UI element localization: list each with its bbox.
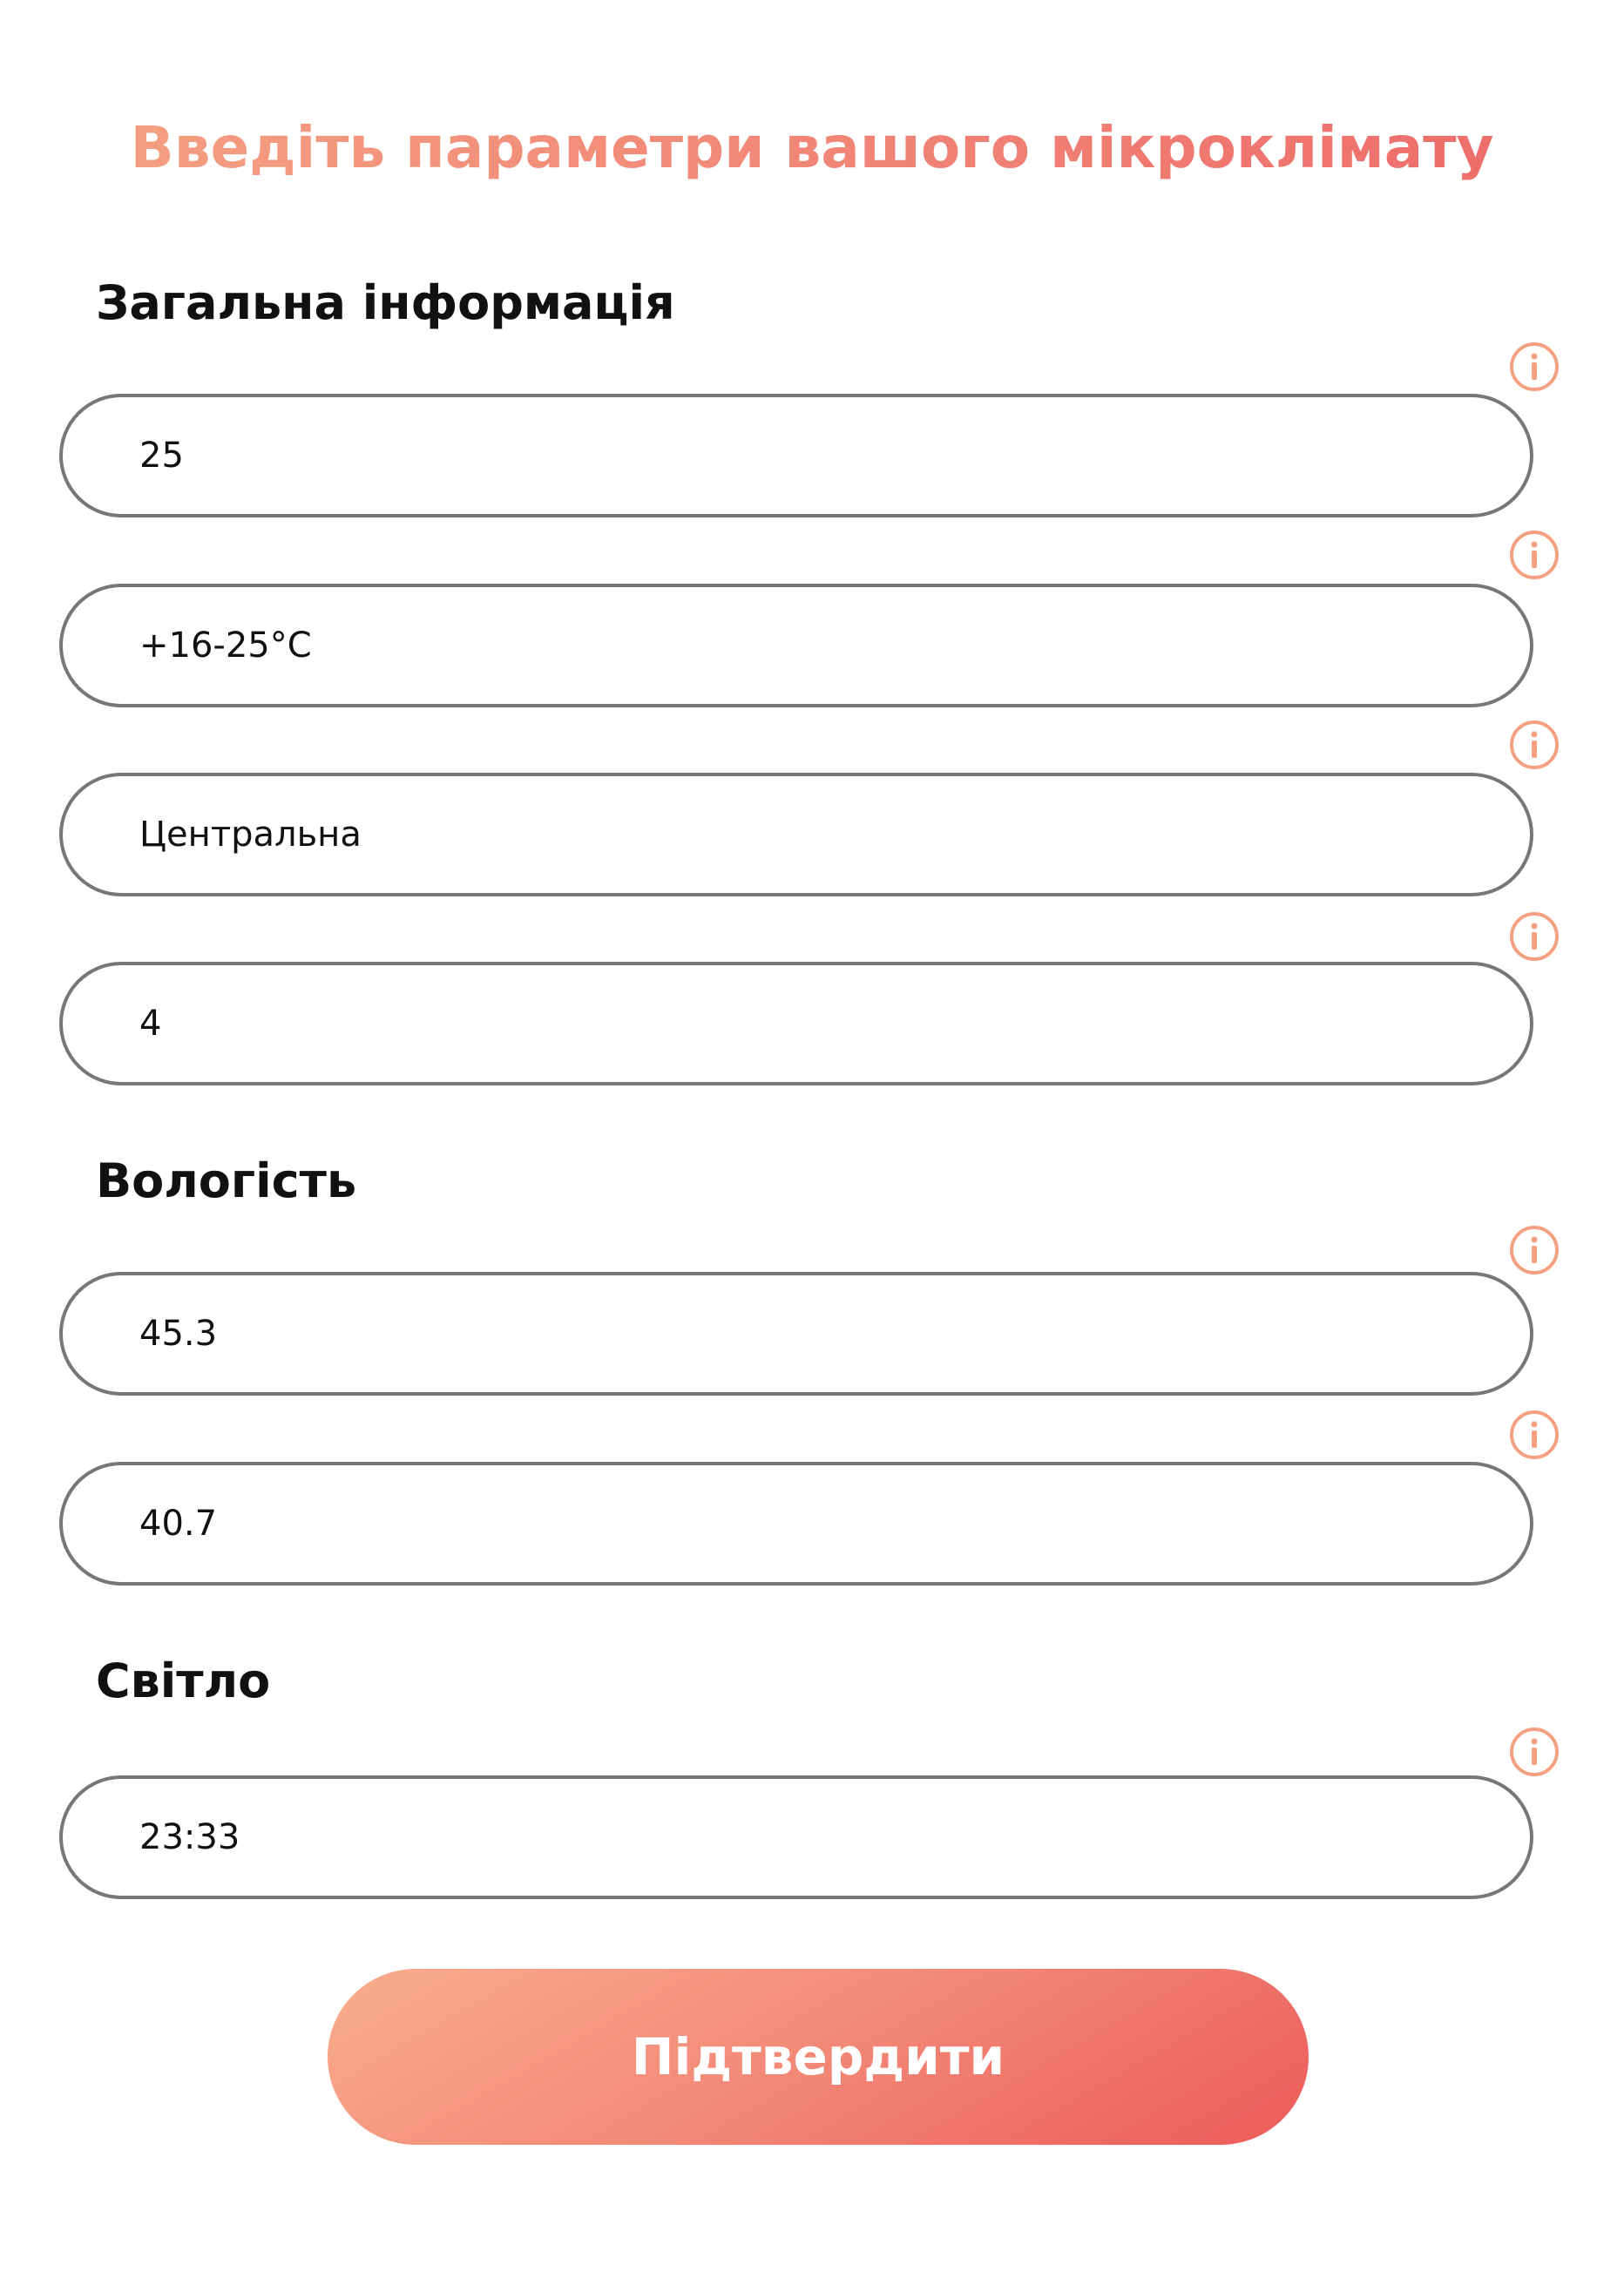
field-value: +16-25°C	[139, 625, 312, 666]
field-general-1[interactable]: 25	[59, 394, 1533, 517]
info-icon[interactable]	[1509, 720, 1560, 770]
field-value: 4	[139, 1004, 162, 1044]
section-title-general: Загальна інформація	[96, 275, 675, 330]
field-temperature[interactable]: +16-25°C	[59, 584, 1533, 707]
field-value: 45.3	[139, 1314, 218, 1354]
field-general-4[interactable]: 4	[59, 962, 1533, 1085]
field-light-1[interactable]: 23:33	[59, 1775, 1533, 1899]
field-value: 23:33	[139, 1817, 240, 1857]
info-icon[interactable]	[1509, 1727, 1560, 1777]
field-value: 40.7	[139, 1504, 218, 1544]
info-icon[interactable]	[1509, 1225, 1560, 1275]
submit-button[interactable]: Підтвердити	[328, 1969, 1309, 2145]
page-title: Введіть параметри вашого мікроклімату	[52, 105, 1572, 192]
field-value: 25	[139, 436, 184, 476]
field-humidity-1[interactable]: 45.3	[59, 1272, 1533, 1396]
section-title-light: Світло	[96, 1653, 271, 1708]
info-icon[interactable]	[1509, 341, 1560, 392]
field-general-3[interactable]: Центральна	[59, 773, 1533, 896]
info-icon[interactable]	[1509, 911, 1560, 962]
info-icon[interactable]	[1509, 530, 1560, 580]
field-humidity-2[interactable]: 40.7	[59, 1462, 1533, 1586]
field-value: Центральна	[139, 815, 362, 855]
section-title-humidity: Вологість	[96, 1153, 357, 1208]
info-icon[interactable]	[1509, 1410, 1560, 1460]
